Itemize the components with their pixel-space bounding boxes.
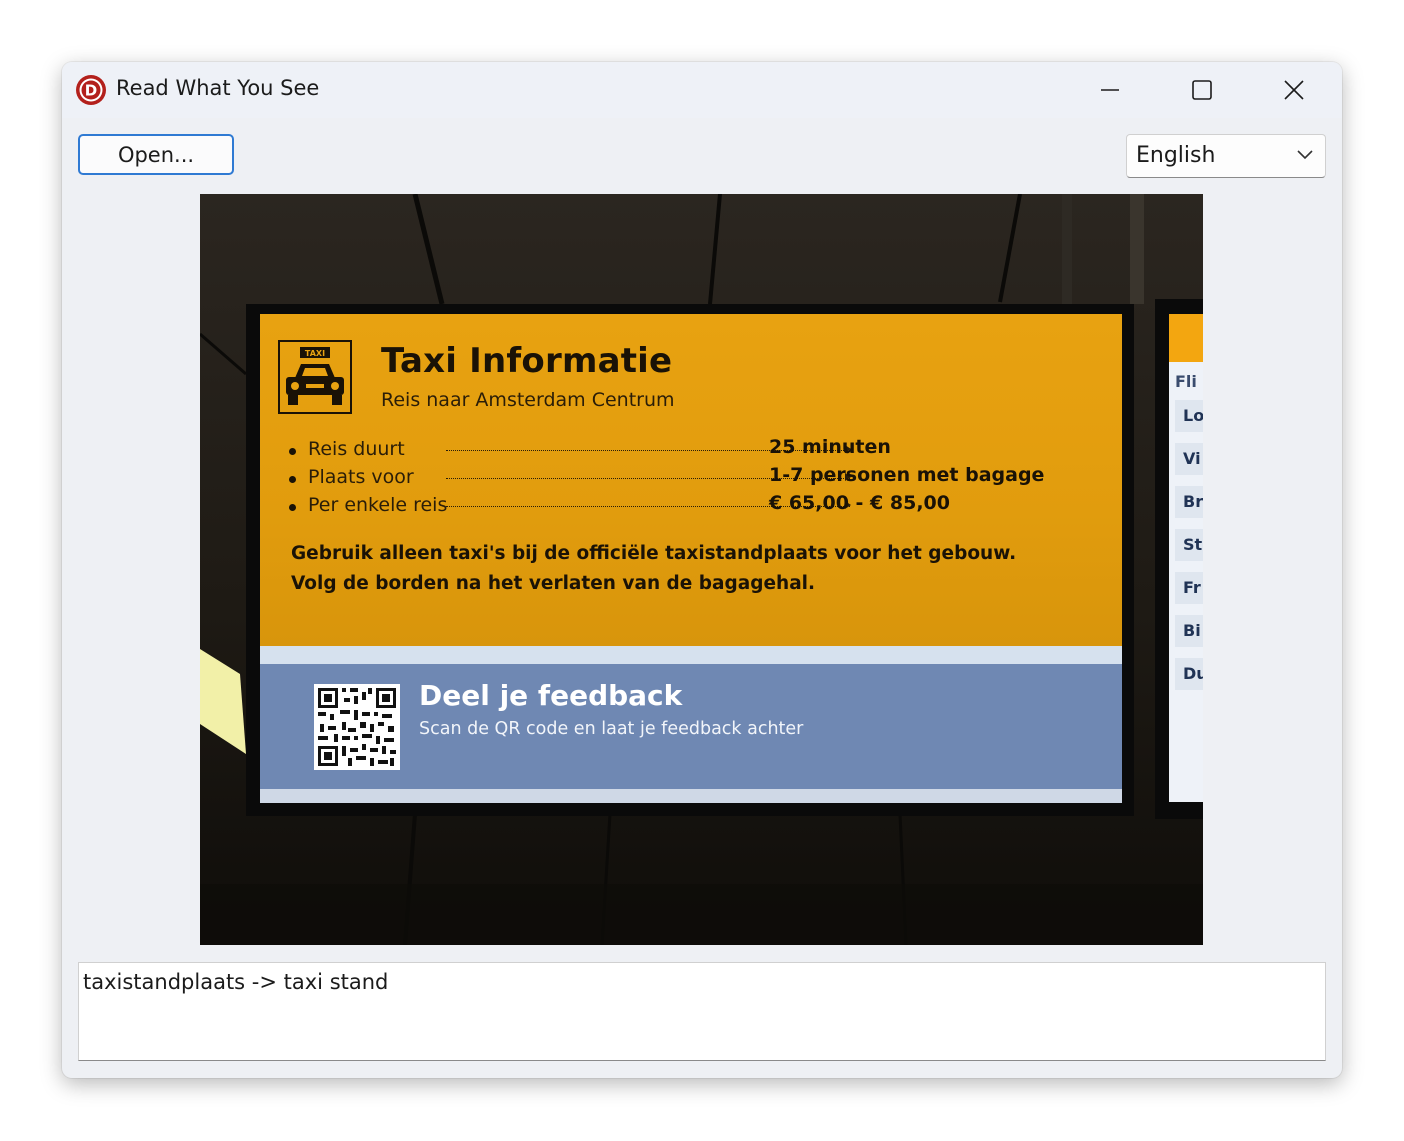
close-button[interactable]	[1250, 62, 1338, 118]
maximize-button[interactable]	[1158, 62, 1246, 118]
bullet	[289, 448, 296, 455]
language-value: English	[1136, 143, 1216, 168]
sign-bottom-strip	[260, 789, 1122, 803]
side-sign-item: Br	[1175, 486, 1203, 518]
side-sign-item: Bi	[1175, 615, 1203, 647]
side-sign-item: St	[1175, 529, 1203, 561]
sign-row-value: 1-7 personen met bagage	[769, 464, 1045, 486]
title-bar: D Read What You See	[62, 62, 1342, 118]
taxi-icon: TAXI	[278, 340, 352, 414]
sign-title: Taxi Informatie	[381, 341, 673, 381]
bullet	[289, 476, 296, 483]
app-logo-letter: D	[85, 82, 97, 100]
window-title: Read What You See	[116, 76, 320, 100]
open-button[interactable]: Open...	[78, 134, 234, 175]
minimize-icon	[1101, 89, 1119, 91]
output-text: taxistandplaats -> taxi stand	[83, 970, 389, 994]
side-sign-item: Fli	[1175, 372, 1197, 391]
sign-row-value: € 65,00 - € 85,00	[769, 492, 950, 514]
photo-view: TAXI Taxi Informatie Reis naar Amsterdam…	[200, 194, 1203, 945]
sign-divider	[260, 646, 1122, 664]
chevron-down-icon	[1297, 150, 1313, 160]
app-window: D Read What You See Open... English TAXI…	[62, 62, 1342, 1078]
side-sign-header	[1169, 314, 1203, 362]
bullet	[289, 504, 296, 511]
sign-subtitle: Reis naar Amsterdam Centrum	[381, 389, 675, 411]
feedback-title: Deel je feedback	[419, 679, 683, 712]
side-sign-item: Fr	[1175, 572, 1203, 604]
sign-row-label: Reis duurt	[308, 438, 405, 460]
qr-code-icon	[314, 684, 400, 770]
taxi-label: TAXI	[305, 349, 325, 358]
side-sign-item: Vi	[1175, 443, 1203, 475]
language-select[interactable]: English	[1126, 134, 1326, 178]
side-sign-item: Du	[1175, 658, 1203, 690]
maximize-icon	[1192, 80, 1212, 100]
sign-note: Gebruik alleen taxi's bij de officiële t…	[291, 543, 1017, 594]
app-logo-icon: D	[76, 75, 106, 105]
side-sign-item: Lo	[1175, 400, 1203, 432]
minimize-button[interactable]	[1066, 62, 1154, 118]
sign-row-label: Plaats voor	[308, 466, 414, 488]
feedback-subtitle: Scan de QR code en laat je feedback acht…	[419, 719, 804, 739]
output-textbox[interactable]: taxistandplaats -> taxi stand	[78, 962, 1326, 1061]
sign-row-value: 25 minuten	[769, 436, 891, 458]
sign-row-label: Per enkele reis	[308, 494, 448, 516]
close-icon	[1284, 80, 1304, 100]
